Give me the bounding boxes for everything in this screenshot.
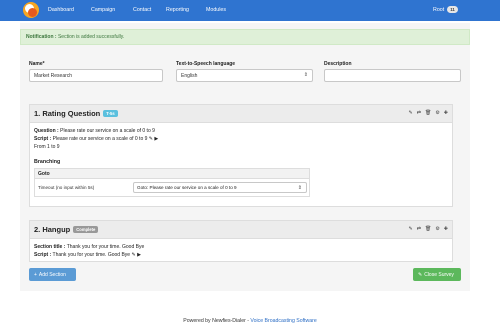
section-heading: 2. Hangup Complete ✎ ⇄ 🗑 ⚙ ✚ [30,221,452,239]
play-icon[interactable]: ▶ [154,136,158,142]
section-title-line: Section title : Thank you for your time.… [34,244,144,250]
script-label: Script : [34,252,52,258]
edit-icon: ✎ [418,271,423,278]
branching-title: Branching [34,159,61,165]
goto-value: Goto: Please rate our service on a scale… [137,185,237,190]
success-alert: Notification : Section is added successf… [20,29,470,45]
name-label: Name* [29,61,45,67]
script-line: Script : Thank you for your time. Good B… [34,252,141,258]
trash-icon[interactable]: 🗑 [425,226,431,232]
gear-icon[interactable]: ⚙ [435,110,439,116]
add-section-button[interactable]: + Add Section [29,268,76,281]
section-title-label: Section title : [34,244,66,250]
user-menu[interactable]: Root 11 [433,6,458,13]
nav-contact[interactable]: Contact [133,7,151,13]
top-navbar: Dashboard Campaign Contact Reporting Mod… [0,0,500,21]
name-value: Market Research [34,73,73,79]
alert-label: Notification : [26,34,57,40]
nav-modules[interactable]: Modules [206,7,226,13]
section-heading: 1. Rating Question T-5s ✎ ⇄ 🗑 ⚙ ✚ [30,105,452,123]
script-text: Please rate our service on a scale of 0 … [51,136,148,142]
section-title: 2. Hangup [34,225,71,234]
branch-row-label: Timeout (no input within 5s) [38,185,95,190]
table-row: Timeout (no input within 5s) Goto: Pleas… [35,179,309,196]
script-text: Thank you for your time. Good Bye [51,252,131,258]
select-arrow-icon: ⇕ [303,72,308,78]
select-arrow-icon: ⇕ [297,185,302,191]
trash-icon[interactable]: 🗑 [425,110,431,116]
section-tag: T-5s [103,110,118,117]
shuffle-icon[interactable]: ⇄ [417,226,421,232]
description-label: Description [324,61,352,67]
goto-select[interactable]: Goto: Please rate our service on a scale… [133,182,307,193]
play-icon[interactable]: ▶ [137,252,141,258]
edit-icon[interactable]: ✎ [149,136,153,142]
section-title: 1. Rating Question [34,109,101,118]
alert-message: Section is added successfully. [56,34,125,40]
question-label: Question : [34,128,59,134]
tts-value: English [181,73,198,79]
branching-table: Goto Timeout (no input within 5s) Goto: … [34,168,310,197]
tts-select[interactable]: English ⇕ [176,69,313,82]
pencil-icon[interactable]: ✎ [409,226,413,232]
plus-icon[interactable]: ✚ [444,226,448,232]
plus-icon[interactable]: ✚ [444,110,448,116]
question-line: Question : Please rate our service on a … [34,128,155,134]
footer-prefix: Powered by Newfies-Dialer - [183,318,251,324]
plus-icon: + [34,271,37,278]
shuffle-icon[interactable]: ⇄ [417,110,421,116]
pencil-icon[interactable]: ✎ [409,110,413,116]
section-panel-hangup: 2. Hangup Complete ✎ ⇄ 🗑 ⚙ ✚ Section tit… [29,220,453,262]
nav-dashboard[interactable]: Dashboard [48,7,74,13]
section-tag: Complete [73,226,99,233]
tts-label: Text-to-Speech language [176,61,236,67]
section-title-text: Thank you for your time. Good Bye [65,244,145,250]
question-text: Please rate our service on a scale of 0 … [58,128,155,134]
newfies-logo[interactable] [23,2,39,18]
footer: Powered by Newfies-Dialer - Voice Broadc… [0,318,500,324]
nav-campaign[interactable]: Campaign [91,7,115,13]
edit-icon[interactable]: ✎ [131,252,135,258]
script-line: Script : Please rate our service on a sc… [34,136,158,142]
close-survey-button[interactable]: ✎ Close Survey [413,268,461,281]
user-name: Root [433,6,445,13]
description-input[interactable] [324,69,461,82]
close-survey-label: Close Survey [424,271,454,278]
name-input[interactable]: Market Research [29,69,163,82]
add-section-label: Add Section [38,271,66,278]
branch-head: Goto [35,169,309,179]
nav-reporting[interactable]: Reporting [166,7,189,13]
gear-icon[interactable]: ⚙ [435,226,439,232]
user-badge: 11 [447,6,458,13]
footer-link[interactable]: Voice Broadcasting Software [250,318,316,324]
section-panel-rating: 1. Rating Question T-5s ✎ ⇄ 🗑 ⚙ ✚ Questi… [29,104,453,207]
range-text: From 1 to 9 [34,144,60,150]
script-label: Script : [34,136,52,142]
